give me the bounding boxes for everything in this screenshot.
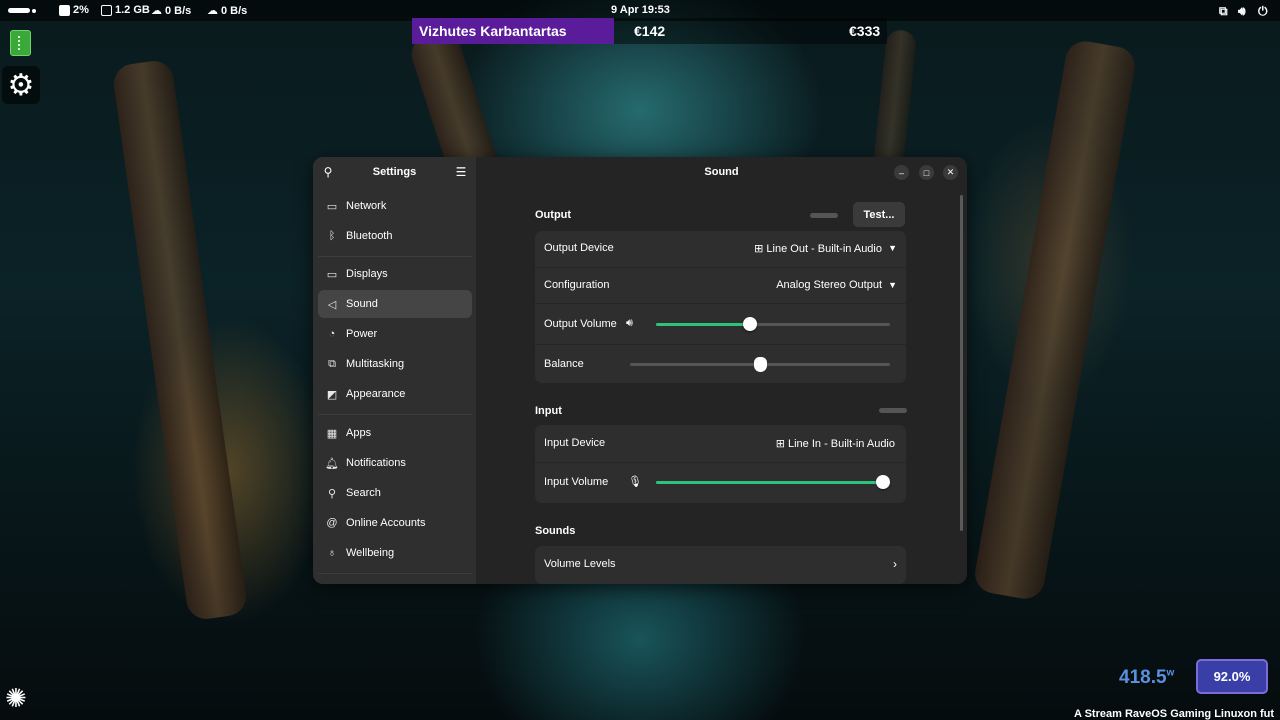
menu-icon[interactable]: ☰ [454,165,468,179]
memory-indicator[interactable]: 1.2 GB [101,4,150,16]
sidebar-divider [318,573,472,574]
input-device-row[interactable]: Input Device ⊞ Line In - Built-in Audio [535,425,906,462]
balance-row: Balance [535,345,906,383]
balance-slider[interactable] [630,356,890,372]
output-device-row[interactable]: Output Device ⊞ Line Out - Built-in Audi… [535,231,906,267]
sidebar-item-network[interactable]: ▭ Network [318,192,472,220]
clock[interactable]: 9 Apr 19:53 [611,4,670,16]
speaker-icon[interactable]: 🔊︎ [626,317,633,330]
chevron-down-icon: ▼ [888,280,897,290]
slider-fill [656,323,750,326]
output-card: Output Device ⊞ Line Out - Built-in Audi… [535,231,906,383]
volume-icon[interactable]: 🔊︎ [1238,4,1246,19]
tree-trunk [872,28,918,172]
tree-trunk [971,38,1139,602]
sidebar-item-appearance[interactable]: ◩ Appearance [318,380,472,408]
cpu-icon [59,4,70,16]
sidebar-item-notifications[interactable]: 🔔︎ Notifications [318,449,472,477]
audio-card-icon: ⊞ [754,243,767,255]
settings-window: ⚲ Settings ☰ ▭ Network ᛒ Bluetooth ▭ Dis… [313,157,967,584]
bluetooth-icon: ᛒ [328,230,336,242]
tree-trunk [111,58,249,622]
download-indicator[interactable]: ☁ 0 B/s [151,4,191,18]
maximize-button[interactable]: □ [919,165,934,180]
slider-fill [656,481,890,484]
output-section-title: Output [535,209,572,221]
input-level-meter [879,408,907,413]
network-icon: ▭ [326,200,338,213]
sound-icon: ◁ [327,298,337,311]
output-device-select[interactable]: ⊞ Line Out - Built-in Audio [754,242,882,255]
sidebar-item-apps[interactable]: ▦ Apps [318,419,472,447]
slider-knob[interactable] [876,475,890,489]
content-header: Sound – □ ✕ [476,157,967,187]
appearance-icon: ◩ [326,388,338,401]
sidebar-item-power[interactable]: ◔ Power [318,320,472,348]
microphone-icon[interactable]: 🎙︎ [628,475,642,488]
sounds-section-title: Sounds [535,525,576,537]
dock-app-icon[interactable] [10,30,31,56]
audio-card-icon: ⊞ [775,438,788,450]
input-card: Input Device ⊞ Line In - Built-in Audio … [535,425,906,503]
stock-ticker: Vizhutes Karbantartas €142 €333 [412,18,887,44]
scrollbar[interactable] [960,195,963,531]
configuration-row[interactable]: Configuration Analog Stereo Output ▼ [535,268,906,303]
power-icon[interactable]: ⏻ [1258,4,1268,19]
sidebar-divider [318,256,472,257]
close-button[interactable]: ✕ [943,165,958,180]
slider-knob[interactable] [743,317,757,331]
power-icon: ◔ [328,328,336,340]
cpu-indicator[interactable]: 2% [59,4,89,16]
cloud-upload-icon: ☁ [207,5,218,17]
sidebar-item-displays[interactable]: ▭ Displays [318,260,472,288]
sidebar-item-bluetooth[interactable]: ᛒ Bluetooth [318,222,472,250]
output-level-meter [810,213,838,218]
at-icon: @ [326,517,338,529]
minimize-button[interactable]: – [894,165,909,180]
sidebar-item-sound[interactable]: ◁ Sound [318,290,472,318]
volume-levels-row[interactable]: Volume Levels › [535,546,906,584]
power-readout: 418.5w [1119,667,1175,688]
test-button[interactable]: Test... [853,202,905,227]
output-volume-slider[interactable] [656,316,890,332]
apps-icon: ▦ [326,427,338,440]
chevron-down-icon: ▼ [888,243,897,253]
configuration-select[interactable]: Analog Stereo Output [776,279,882,291]
display-icon: ▭ [326,268,338,281]
sound-panel: Sound – □ ✕ Output Test... Output Device… [476,157,967,584]
lion-logo-icon: ✺ [5,683,27,713]
wellbeing-icon: ♁ [327,547,337,559]
input-device-select[interactable]: ⊞ Line In - Built-in Audio [776,437,895,450]
sidebar-divider [318,414,472,415]
workspace-indicator-icon[interactable] [8,8,30,13]
bell-icon: 🔔︎ [325,457,339,470]
network-icon[interactable]: ⧉ [1219,4,1228,19]
stream-caption: A Stream RaveOS Gaming Linuxon fut [1074,708,1275,720]
sidebar-header: ⚲ Settings ☰ [313,157,476,187]
sidebar-item-online-accounts[interactable]: @ Online Accounts [318,509,472,537]
sidebar-item-multitasking[interactable]: ⧉ Multitasking [318,350,472,378]
ticker-name: Vizhutes Karbantartas [412,18,614,44]
memory-icon [101,4,112,16]
sidebar-item-wellbeing[interactable]: ♁ Wellbeing [318,539,472,567]
ticker-value-1: €142 [614,18,829,44]
battery-badge: 92.0% [1196,659,1268,694]
input-volume-row: Input Volume 🎙︎ [535,463,906,503]
ticker-value-2: €333 [829,18,887,44]
output-volume-row: Output Volume 🔊︎ [535,304,906,344]
settings-gear-icon[interactable]: ⚙ [2,66,40,104]
settings-sidebar: ⚲ Settings ☰ ▭ Network ᛒ Bluetooth ▭ Dis… [313,157,476,584]
search-icon: ⚲ [327,487,337,500]
sidebar-item-search[interactable]: ⚲ Search [318,479,472,507]
input-volume-slider[interactable] [656,474,890,490]
sidebar-title: Settings [372,166,417,178]
multitasking-icon: ⧉ [328,357,336,370]
cloud-download-icon: ☁ [151,5,162,17]
input-section-title: Input [535,405,562,417]
sounds-card: Volume Levels › [535,546,906,584]
slider-knob[interactable] [753,357,767,372]
chevron-right-icon: › [893,557,897,571]
workspace-dot-icon[interactable] [32,9,36,13]
upload-indicator[interactable]: ☁ 0 B/s [207,4,247,18]
